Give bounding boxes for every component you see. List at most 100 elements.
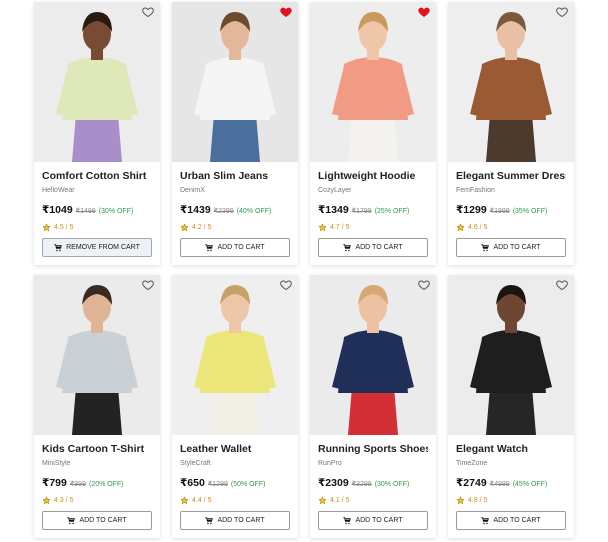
price-row: ₹1049 ₹1499 (30% OFF) (42, 204, 152, 216)
product-card[interactable]: Elegant Summer Dress FemFashion ₹1299 ₹1… (448, 2, 574, 265)
model-photo (34, 2, 160, 162)
product-mrp: ₹1499 (75, 208, 96, 215)
product-card[interactable]: Kids Cartoon T-Shirt MiniStyle ₹799 ₹999… (34, 275, 160, 538)
product-brand: StyleCraft (180, 460, 211, 467)
wishlist-heart-icon[interactable] (142, 279, 154, 291)
star-icon (180, 223, 189, 232)
product-discount: (30% OFF) (374, 481, 410, 488)
product-grid: Comfort Cotton Shirt HelloWear ₹1049 ₹14… (34, 2, 574, 538)
product-brand: RunPro (318, 460, 342, 467)
add-to-cart-button[interactable]: ADD TO CART (318, 238, 428, 257)
product-discount: (25% OFF) (374, 208, 410, 215)
rating-row: 4.3 / 5 (42, 496, 152, 505)
product-image[interactable] (448, 275, 574, 435)
rating-row: 4.1 / 5 (318, 496, 428, 505)
add-to-cart-button[interactable]: ADD TO CART (456, 238, 566, 257)
star-icon (42, 496, 51, 505)
add-to-cart-button[interactable]: ADD TO CART (180, 511, 290, 530)
add-to-cart-button[interactable]: ADD TO CART (318, 511, 428, 530)
product-brand: FemFashion (456, 187, 495, 194)
product-rating: 4.1 / 5 (330, 497, 350, 504)
product-card[interactable]: Running Sports Shoes RunPro ₹2309 ₹3299 … (310, 275, 436, 538)
product-image[interactable] (448, 2, 574, 162)
price-row: ₹1439 ₹2399 (40% OFF) (180, 204, 290, 216)
model-photo (310, 2, 436, 162)
cart-icon (343, 243, 352, 251)
product-title[interactable]: Lightweight Hoodie (318, 170, 428, 183)
rating-row: 4.5 / 5 (42, 223, 152, 232)
price-row: ₹1349 ₹1799 (25% OFF) (318, 204, 428, 216)
product-title[interactable]: Comfort Cotton Shirt (42, 170, 152, 183)
product-mrp: ₹2399 (213, 208, 234, 215)
rating-row: 4.8 / 5 (456, 496, 566, 505)
product-discount: (45% OFF) (512, 481, 548, 488)
add-to-cart-button[interactable]: ADD TO CART (180, 238, 290, 257)
product-image[interactable] (172, 275, 298, 435)
model-photo (448, 275, 574, 435)
product-mrp: ₹1299 (207, 481, 228, 488)
model-photo (34, 275, 160, 435)
product-card[interactable]: Elegant Watch TimeZone ₹2749 ₹4999 (45% … (448, 275, 574, 538)
price-row: ₹2749 ₹4999 (45% OFF) (456, 477, 566, 489)
star-icon (180, 496, 189, 505)
star-icon (318, 496, 327, 505)
product-brand: CozyLayer (318, 187, 352, 194)
product-image[interactable] (34, 2, 160, 162)
add-to-cart-button[interactable]: ADD TO CART (456, 511, 566, 530)
product-card[interactable]: Urban Slim Jeans DenimX ₹1439 ₹2399 (40%… (172, 2, 298, 265)
cart-button-label: ADD TO CART (493, 517, 541, 524)
rating-row: 4.6 / 5 (456, 223, 566, 232)
model-photo (172, 275, 298, 435)
cart-button-label: ADD TO CART (493, 244, 541, 251)
product-rating: 4.3 / 5 (54, 497, 74, 504)
wishlist-heart-icon[interactable] (142, 6, 154, 18)
product-card[interactable]: Lightweight Hoodie CozyLayer ₹1349 ₹1799… (310, 2, 436, 265)
product-brand: MiniStyle (42, 460, 71, 467)
product-title[interactable]: Elegant Summer Dress (456, 170, 566, 183)
product-title[interactable]: Running Sports Shoes (318, 443, 428, 456)
product-image[interactable] (34, 275, 160, 435)
product-discount: (30% OFF) (98, 208, 134, 215)
product-mrp: ₹3299 (351, 481, 372, 488)
product-title[interactable]: Leather Wallet (180, 443, 290, 456)
cart-button-label: ADD TO CART (355, 244, 403, 251)
price-row: ₹2309 ₹3299 (30% OFF) (318, 477, 428, 489)
product-image[interactable] (310, 275, 436, 435)
wishlist-heart-icon[interactable] (418, 279, 430, 291)
product-mrp: ₹4999 (489, 481, 510, 488)
product-image[interactable] (310, 2, 436, 162)
rating-row: 4.2 / 5 (180, 223, 290, 232)
wishlist-heart-icon[interactable] (280, 6, 292, 18)
product-image[interactable] (172, 2, 298, 162)
add-to-cart-button[interactable]: ADD TO CART (42, 511, 152, 530)
product-title[interactable]: Elegant Watch (456, 443, 566, 456)
product-rating: 4.4 / 5 (192, 497, 212, 504)
product-title[interactable]: Urban Slim Jeans (180, 170, 290, 183)
product-rating: 4.2 / 5 (192, 224, 212, 231)
wishlist-heart-icon[interactable] (556, 6, 568, 18)
model-photo (310, 275, 436, 435)
price-row: ₹650 ₹1299 (50% OFF) (180, 477, 290, 489)
star-icon (42, 223, 51, 232)
product-brand: DenimX (180, 187, 205, 194)
star-icon (456, 496, 465, 505)
product-card[interactable]: Comfort Cotton Shirt HelloWear ₹1049 ₹14… (34, 2, 160, 265)
product-price: ₹1439 (180, 204, 211, 216)
rating-row: 4.7 / 5 (318, 223, 428, 232)
wishlist-heart-icon[interactable] (418, 6, 430, 18)
cart-button-label: ADD TO CART (217, 517, 265, 524)
product-price: ₹2749 (456, 477, 487, 489)
price-row: ₹1299 ₹1999 (35% OFF) (456, 204, 566, 216)
product-title[interactable]: Kids Cartoon T-Shirt (42, 443, 152, 456)
wishlist-heart-icon[interactable] (280, 279, 292, 291)
product-rating: 4.6 / 5 (468, 224, 488, 231)
cart-icon (54, 243, 63, 251)
cart-button-label: ADD TO CART (355, 517, 403, 524)
model-photo (172, 2, 298, 162)
remove-from-cart-button[interactable]: REMOVE FROM CART (42, 238, 152, 257)
product-card[interactable]: Leather Wallet StyleCraft ₹650 ₹1299 (50… (172, 275, 298, 538)
product-discount: (40% OFF) (236, 208, 272, 215)
product-mrp: ₹1799 (351, 208, 372, 215)
price-row: ₹799 ₹999 (20% OFF) (42, 477, 152, 489)
wishlist-heart-icon[interactable] (556, 279, 568, 291)
